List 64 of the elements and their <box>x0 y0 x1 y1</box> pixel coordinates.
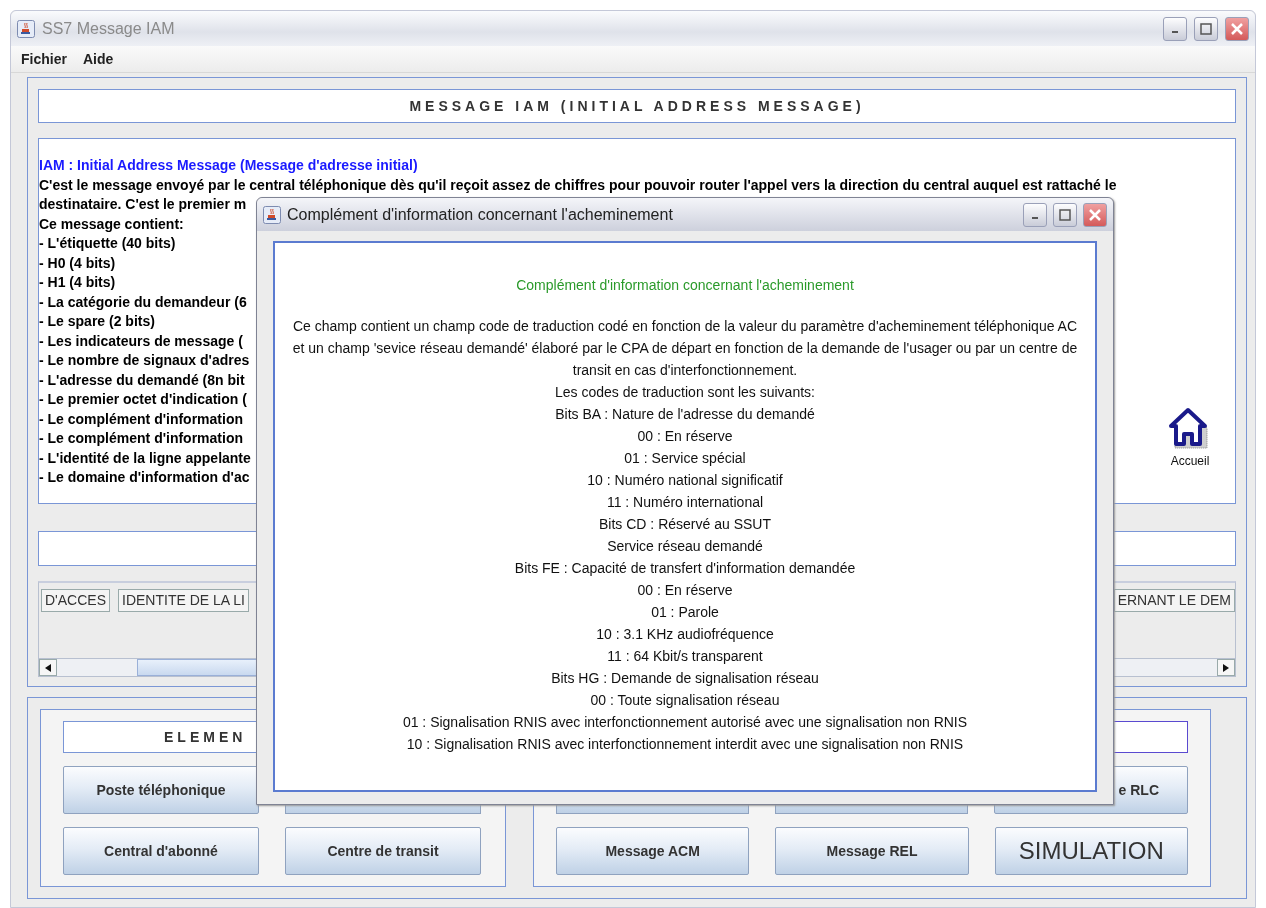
section-title: MESSAGE IAM (INITIAL ADDRESS MESSAGE) <box>409 98 865 114</box>
close-button[interactable] <box>1225 16 1249 41</box>
app-icon <box>263 205 281 224</box>
dialog-line: Les codes de traduction sont les suivants: <box>555 383 815 402</box>
description-line: - L'étiquette (40 bits) <box>39 234 176 253</box>
scroll-left-icon[interactable] <box>39 659 57 676</box>
dialog-line: 11 : 64 Kbit/s transparent <box>607 647 763 666</box>
dialog-line: 01 : Service spécial <box>624 449 746 468</box>
dialog-line: 11 : Numéro international <box>606 493 764 512</box>
description-line: - H0 (4 bits) <box>39 253 116 273</box>
description-line: - Le premier octet d'indication ( <box>39 390 247 409</box>
tab[interactable]: D'ACCES <box>41 589 111 612</box>
maximize-button[interactable] <box>1053 202 1077 227</box>
menu-item[interactable]: Fichier <box>21 51 67 67</box>
dialog-line: Service réseau demandé <box>607 537 763 556</box>
app-icon <box>17 19 35 38</box>
dialog-heading: Complément d'information concernant l'acheminement <box>516 277 854 293</box>
description-line: - Le spare (2 bits) <box>39 312 155 331</box>
action-button[interactable]: Message ACM <box>556 827 750 875</box>
description-text: C'est le message envoyé par le central téléphonique dès qu'il reçoit assez de chiffres pour pouvoir router l'appel vers la direction du central auquel est rattaché le <box>39 175 1117 195</box>
description-line: - Le complément d'information <box>39 429 243 448</box>
action-button[interactable]: Central d'abonné <box>63 827 259 875</box>
description-line: Ce message contient: <box>39 214 184 234</box>
dialog-line: 10 : 3.1 KHz audiofréquence <box>596 625 774 644</box>
dialog-line: 00 : En réserve <box>637 427 733 446</box>
dialog-line: Bits HG : Demande de signalisation réseau <box>551 669 819 688</box>
dialog-title: Complément d'information concernant l'acheminement <box>287 205 674 224</box>
dialog-line: 01 : Signalisation RNIS avec interfonctionnement autorisé avec une signalisation non RNIS <box>402 713 968 732</box>
dialog-line: 01 : Parole <box>651 603 719 622</box>
description-line: - H1 (4 bits) <box>39 273 116 292</box>
window-title: SS7 Message IAM <box>42 19 176 38</box>
dialog-line: 10 : Numéro national significatif <box>587 471 783 490</box>
dialog-paragraph: Ce champ contient un champ code de traduction codé en fonction de la valeur du paramètre d'acheminement téléphonique AC et un champ 'sevice réseau demandé' élaboré par le CPA de départ en fonction de la demande de l'usager ou par un centre de transit en cas d'interfonctionnement. <box>291 317 1079 380</box>
dialog-line: 00 : Toute signalisation réseau <box>590 691 780 710</box>
action-button[interactable]: Poste téléphonique <box>63 766 259 814</box>
action-button[interactable]: Centre de transit <box>285 827 481 875</box>
description-line: - L'adresse du demandé (8n bit <box>39 370 245 390</box>
dialog-line: Bits BA : Nature de l'adresse du demandé <box>555 405 815 424</box>
description-line: - La catégorie du demandeur (6 <box>39 292 247 312</box>
description-title: IAM : Initial Address Message (Message d'adresse initial) <box>39 156 418 175</box>
description-line: - Le complément d'information <box>39 409 243 429</box>
description-line: - L'identité de la ligne appelante <box>39 448 251 468</box>
description-line: - Les indicateurs de message ( <box>39 331 243 351</box>
maximize-icon[interactable] <box>1200 22 1212 35</box>
close-button[interactable] <box>1083 202 1107 227</box>
dialog-line: Bits FE : Capacité de transfert d'information demandée <box>514 559 856 578</box>
description-line: - Le domaine d'information d'ac <box>39 468 250 487</box>
maximize-icon[interactable] <box>1059 208 1071 221</box>
description-line: - Le nombre de signaux d'adres <box>39 351 250 370</box>
close-icon[interactable] <box>1230 21 1244 36</box>
section-title: ELEMEN <box>164 729 247 745</box>
simulation-button[interactable]: SIMULATION <box>994 827 1188 875</box>
description-line: destinataire. C'est le premier m <box>39 195 247 214</box>
close-icon[interactable] <box>1088 207 1102 222</box>
dialog-line: 00 : En réserve <box>637 581 733 600</box>
dialog-line: Bits CD : Réservé au SSUT <box>599 515 771 534</box>
menu-item[interactable]: Aide <box>82 51 114 67</box>
scroll-right-icon[interactable] <box>1217 659 1235 676</box>
action-button[interactable]: Message REL <box>775 827 969 875</box>
home-label[interactable]: Accueil <box>1170 454 1210 468</box>
dialog-line: 10 : Signalisation RNIS avec interfonctionnement interdit avec une signalisation non RNIS <box>406 735 964 754</box>
tab[interactable]: ERNANT LE DEM <box>1113 589 1235 612</box>
maximize-button[interactable] <box>1194 16 1218 41</box>
tab[interactable]: IDENTITE DE LA LI <box>118 589 249 612</box>
